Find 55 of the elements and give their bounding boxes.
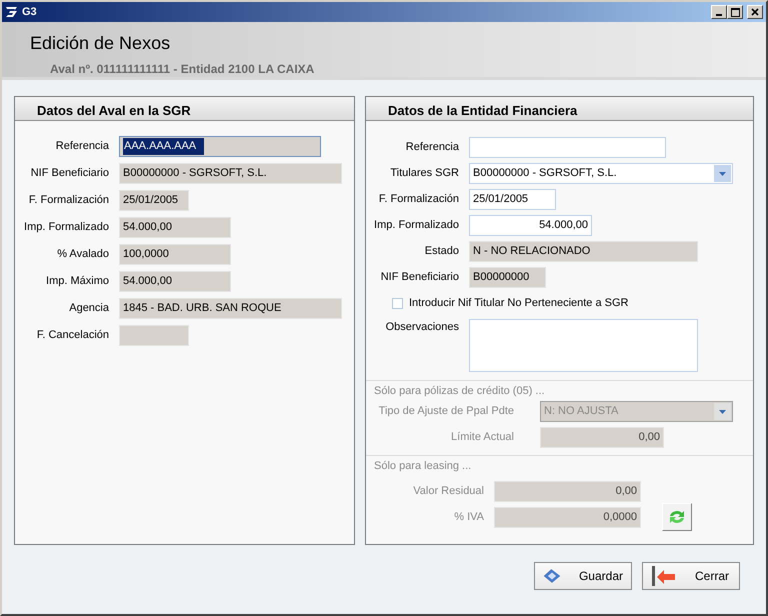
logo-icon	[5, 6, 19, 18]
input-field[interactable]: 1845 - BAD. URB. SAN ROQUE	[119, 298, 342, 319]
field-label: F. Formalización	[28, 193, 109, 208]
checkbox-label: Introducir Nif Titular No Perteneciente a SGR	[409, 296, 628, 312]
close-icon	[751, 8, 759, 16]
maximize-button[interactable]	[727, 5, 743, 19]
field-label: Imp. Máximo	[45, 274, 109, 290]
close-button[interactable]	[747, 5, 763, 19]
observations-field[interactable]	[469, 319, 698, 372]
window-title: G3	[22, 4, 37, 20]
field-label: Observaciones	[384, 320, 459, 335]
input-field[interactable]: 54.000,00	[469, 215, 592, 236]
field-label: Imp. Formalizado	[373, 218, 459, 234]
input-field[interactable]: B00000000	[469, 267, 546, 288]
caret-icon	[714, 165, 731, 182]
input-field[interactable]: 25/01/2005	[469, 189, 556, 210]
input-field[interactable]: B00000000 - SGRSOFT, S.L.	[119, 163, 342, 184]
section-heading: Sólo para leasing ...	[374, 459, 472, 473]
field-label: Titulares SGR	[389, 166, 459, 182]
panel-title: Datos del Aval en la SGR	[15, 97, 354, 121]
field-label: % Avalado	[56, 247, 109, 262]
exit-icon	[651, 565, 677, 587]
checkbox[interactable]	[392, 298, 403, 309]
input-field[interactable]: 25/01/2005	[119, 190, 189, 211]
save-button[interactable]: Guardar	[534, 562, 632, 590]
input-field[interactable]: N - NO RELACIONADO	[469, 241, 698, 262]
maximize-icon	[730, 8, 740, 16]
field-label: Límite Actual	[450, 430, 514, 446]
close-button[interactable]: Cerrar	[642, 562, 740, 590]
page-title: Edición de Nexos	[30, 32, 172, 54]
input-field[interactable]	[469, 137, 666, 158]
input-field[interactable]: 54.000,00	[119, 217, 231, 238]
field-label: Imp. Formalizado	[23, 220, 109, 236]
caret-icon	[714, 403, 731, 420]
field-label: F. Formalización	[378, 192, 459, 208]
minimize-button[interactable]	[711, 5, 727, 19]
field-label: NIF Beneficiario	[380, 270, 459, 286]
section-heading: Sólo para pólizas de crédito (05) ...	[374, 384, 546, 398]
field-label: % IVA	[453, 510, 484, 526]
field-label: Referencia	[54, 139, 109, 154]
field-label: Agencia	[68, 301, 109, 316]
page-subtitle: Aval nº. 011111111111 - Entidad 2100 LA CAIXA	[50, 61, 316, 78]
input-field[interactable]: 100,0000	[119, 244, 231, 265]
field-label: Tipo de Ajuste de Ppal Pdte	[378, 404, 514, 420]
field-label: F. Cancelación	[36, 328, 109, 344]
field-label: Referencia	[404, 140, 459, 156]
field-label: Valor Residual	[412, 484, 484, 500]
dropdown[interactable]: B00000000 - SGRSOFT, S.L.	[469, 163, 733, 184]
input-field[interactable]: AAA.AAA.AAA	[119, 136, 321, 157]
panel-title: Datos de la Entidad Financiera	[366, 97, 753, 121]
field-label: NIF Beneficiario	[30, 166, 109, 182]
input-field[interactable]	[119, 325, 189, 346]
refresh-icon	[667, 508, 687, 526]
input-field[interactable]: 54.000,00	[119, 271, 231, 292]
field-label: Estado	[424, 244, 459, 260]
